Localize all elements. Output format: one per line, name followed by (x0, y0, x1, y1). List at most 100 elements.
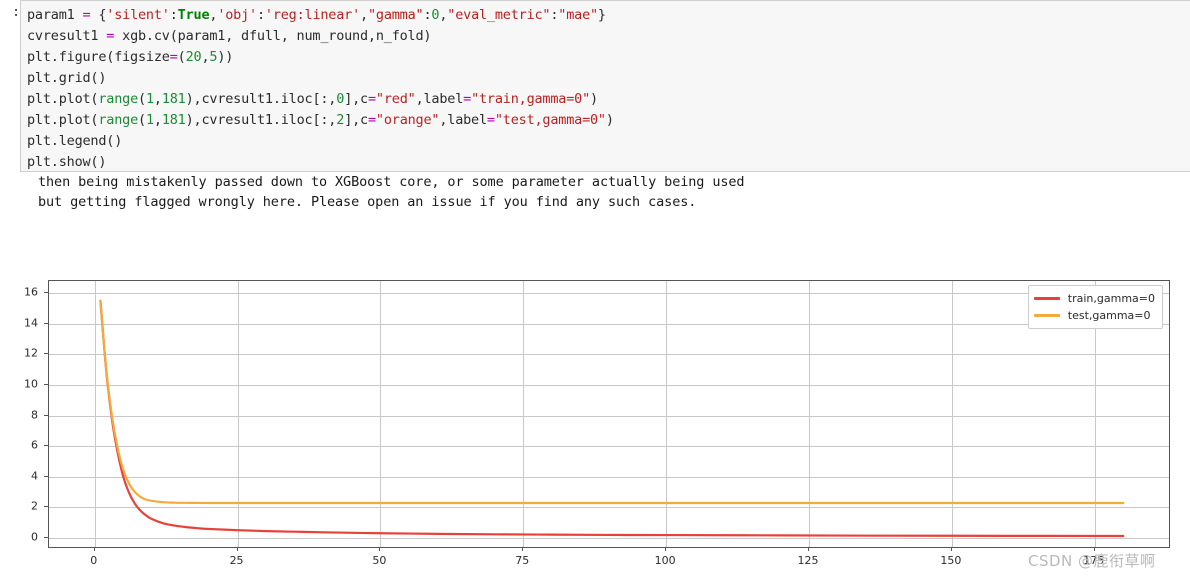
x-axis-tick-mark (236, 547, 238, 551)
code-line: plt.figure(figsize=(20,5)) (27, 47, 1190, 68)
code-token: "orange" (375, 112, 440, 128)
code-token: : (256, 7, 265, 23)
series-line (100, 301, 1123, 536)
code-token: , (360, 7, 368, 23)
x-axis-tick-label: 100 (654, 554, 676, 567)
cell-prompt-marker: : (12, 5, 20, 20)
y-axis-tick-mark (44, 536, 48, 538)
chart-legend: train,gamma=0 test,gamma=0 (1027, 285, 1163, 329)
code-token: ( (177, 49, 186, 65)
code-token: ) (590, 91, 598, 107)
y-axis-tick-mark (44, 383, 48, 385)
code-token: param1 (27, 7, 83, 23)
code-token: plt.plot( (27, 91, 99, 107)
notebook-code-cell[interactable]: : param1 = {'silent':True,'obj':'reg:lin… (0, 0, 1190, 172)
x-axis-tick-mark (379, 547, 381, 551)
code-token: "eval_metric" (447, 7, 551, 23)
x-axis-tick-label: 150 (940, 554, 962, 567)
x-axis-tick-label: 125 (797, 554, 819, 567)
y-axis-tick-mark (44, 506, 48, 508)
y-axis-tick-mark (44, 322, 48, 324)
cell-warning-output: then being mistakenly passed down to XGB… (0, 172, 1190, 214)
code-editor-area[interactable]: param1 = {'silent':True,'obj':'reg:linea… (20, 0, 1190, 172)
legend-item: test,gamma=0 (1033, 307, 1155, 324)
code-token: plt.legend() (27, 133, 123, 149)
code-line: param1 = {'silent':True,'obj':'reg:linea… (27, 5, 1190, 26)
code-token: 0 (336, 91, 345, 107)
legend-item: train,gamma=0 (1033, 290, 1155, 307)
code-token: { (90, 7, 107, 23)
y-axis-tick-label: 12 (24, 346, 38, 360)
code-token: cvresult1 (27, 28, 107, 44)
y-axis-tick-label: 2 (31, 499, 38, 513)
chart-curves (49, 281, 1169, 547)
code-line: plt.grid() (27, 68, 1190, 89)
y-axis-tick-label: 10 (24, 377, 38, 391)
code-token: ],c (344, 91, 368, 107)
code-token: 20 (185, 49, 202, 65)
code-token: = (463, 91, 472, 107)
code-token: "gamma" (367, 7, 424, 23)
code-token: , (153, 112, 162, 128)
code-line: plt.plot(range(1,181),cvresult1.iloc[:,0… (27, 89, 1190, 110)
code-token: 'reg:linear' (264, 7, 361, 23)
y-axis-tick-label: 4 (31, 469, 38, 483)
code-token: = (367, 112, 376, 128)
y-axis-tick-label: 6 (31, 438, 38, 452)
code-token: 2 (336, 112, 345, 128)
code-token: ,label (415, 91, 464, 107)
y-axis-tick-label: 0 (31, 530, 38, 544)
matplotlib-figure: train,gamma=0 test,gamma=0 0 2 4 6 8 10 12 14 16 0… (0, 250, 1190, 578)
code-token: 181 (161, 112, 186, 128)
x-axis-tick-label: 75 (515, 554, 530, 567)
y-axis-tick-label: 16 (24, 285, 38, 299)
x-axis-tick-label: 50 (372, 554, 387, 567)
legend-color-swatch (1033, 314, 1060, 317)
code-token: "test,gamma=0" (494, 112, 606, 128)
code-token: ),cvresult1.iloc[:, (185, 91, 337, 107)
y-axis-tick-mark (44, 414, 48, 416)
code-token: "red" (375, 91, 416, 107)
code-token: plt.plot( (27, 112, 99, 128)
code-token: plt.figure(figsize (27, 49, 170, 65)
csdn-watermark: CSDN @鹿衔草啊 (1028, 552, 1156, 570)
code-token: ,label (439, 112, 487, 128)
x-axis-tick-mark (950, 547, 952, 551)
code-token: )) (217, 49, 234, 65)
code-token: 1 (145, 91, 154, 107)
code-token: plt.show() (27, 154, 107, 170)
x-axis-tick-label: 25 (229, 554, 244, 567)
code-line: cvresult1 = xgb.cv(param1, dfull, num_ro… (27, 26, 1190, 47)
code-token: True (177, 7, 210, 23)
code-token: : (169, 7, 178, 23)
y-axis-tick-mark (44, 445, 48, 447)
code-token: ) (605, 112, 614, 128)
code-token: plt.grid() (27, 70, 107, 86)
x-axis-tick-mark (665, 547, 667, 551)
code-token: ),cvresult1.iloc[:, (185, 112, 337, 128)
legend-color-swatch (1033, 297, 1060, 300)
code-token: xgb.cv(param1, dfull, num_round,n_fold) (114, 28, 432, 44)
legend-label: train,gamma=0 (1067, 292, 1155, 305)
code-token: range (98, 112, 138, 128)
code-token: "mae" (558, 7, 598, 23)
code-line: plt.show() (27, 152, 1190, 173)
code-line: plt.legend() (27, 131, 1190, 152)
code-token: ( (138, 112, 146, 128)
code-token: 'silent' (106, 7, 170, 23)
code-token: 181 (161, 91, 186, 107)
code-token: } (597, 7, 606, 23)
y-axis-tick-mark (44, 475, 48, 477)
code-line: plt.plot(range(1,181),cvresult1.iloc[:,2… (27, 110, 1190, 131)
code-token: = (486, 112, 495, 128)
code-token: "train,gamma=0" (471, 91, 590, 107)
x-axis-tick-label: 0 (90, 554, 98, 567)
x-axis-tick-mark (808, 547, 809, 551)
series-line (100, 301, 1123, 503)
code-token: ( (138, 91, 146, 107)
code-token: = (169, 49, 178, 65)
legend-label: test,gamma=0 (1067, 309, 1151, 322)
plot-axes-frame: train,gamma=0 test,gamma=0 (48, 280, 1170, 548)
warning-line: then being mistakenly passed down to XGB… (38, 174, 745, 190)
code-token: = (367, 91, 376, 107)
